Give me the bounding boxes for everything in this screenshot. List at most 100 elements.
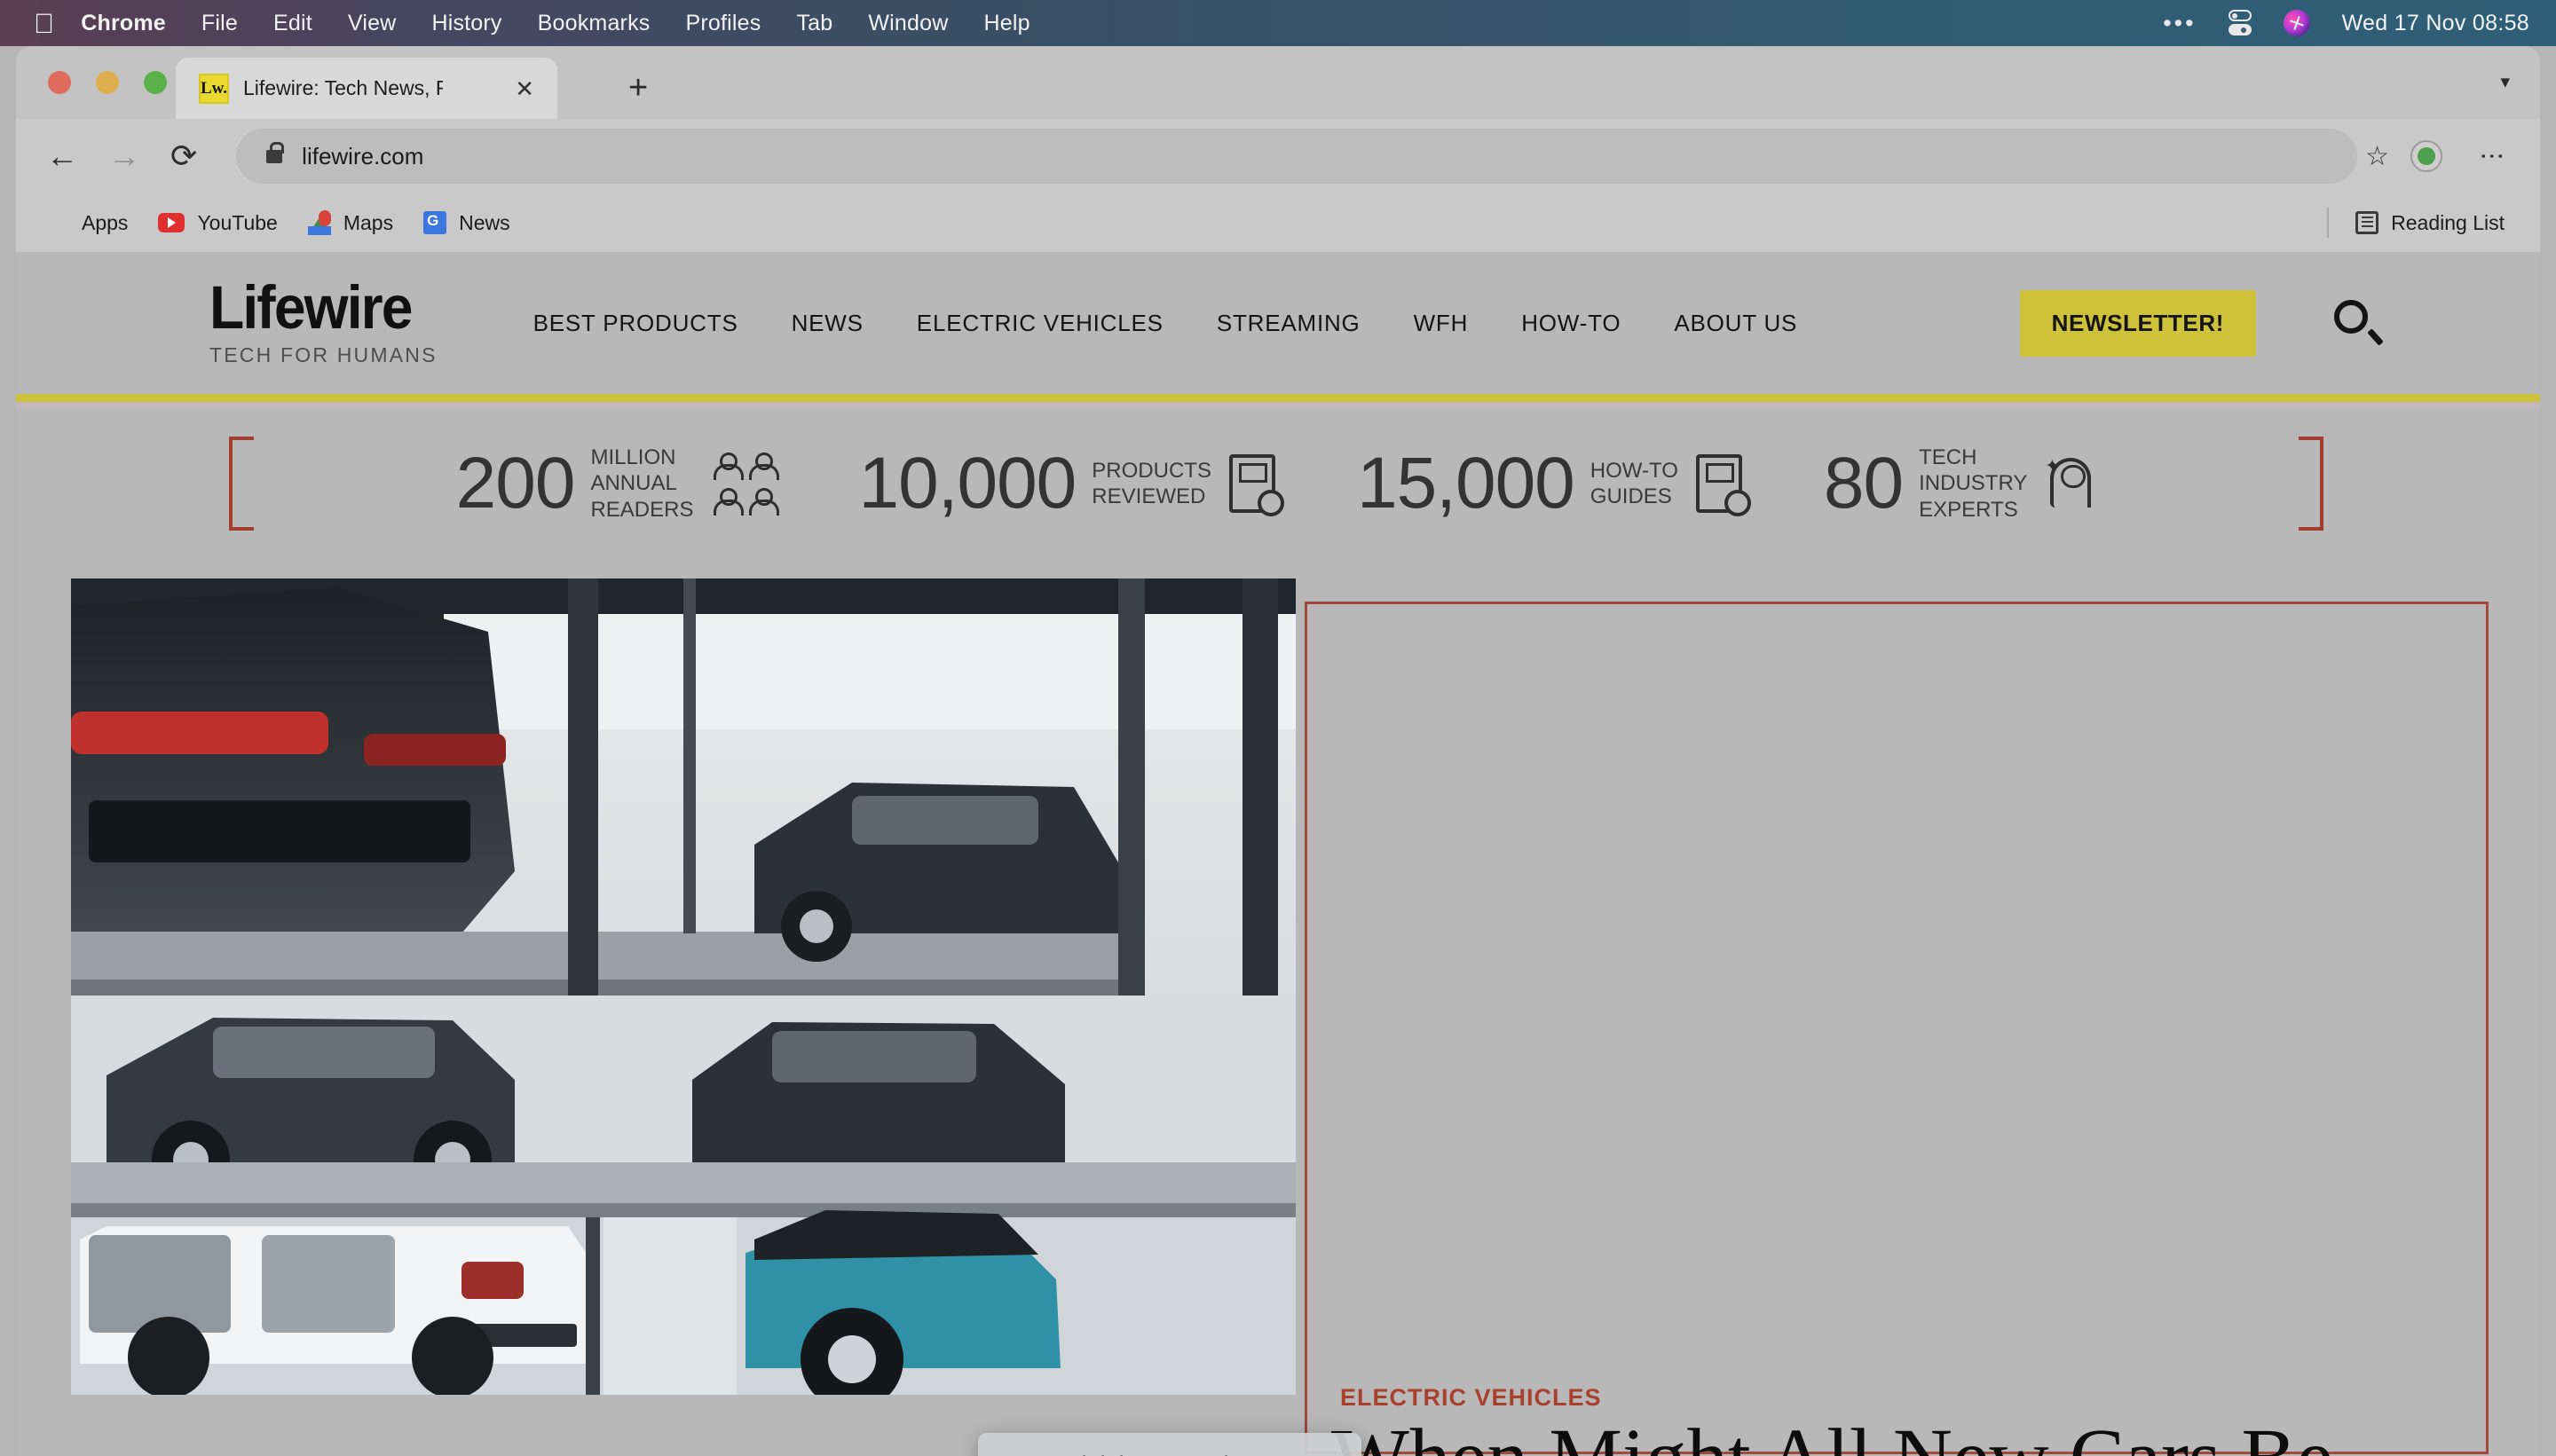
new-tab-button[interactable]: + xyxy=(628,71,648,105)
chrome-window: Lw. Lifewire: Tech News, Reviews, ✕ + ▾ … xyxy=(16,46,2540,1456)
stat-guides-label: HOW-TO GUIDES xyxy=(1590,458,1678,508)
stats-bar: 200 MILLION ANNUAL READERS 10,000 PRODUC… xyxy=(16,408,2540,559)
window-controls[interactable] xyxy=(48,71,167,94)
reading-list-icon xyxy=(2355,211,2379,234)
chrome-menu-button[interactable]: ⋮ xyxy=(2479,144,2506,169)
search-icon[interactable] xyxy=(2334,300,2384,346)
menu-bar-clock[interactable]: Wed 17 Nov 08:58 xyxy=(2342,11,2529,36)
context-menu-item-open-link-new-tab[interactable]: Open Link in New Tab xyxy=(978,1445,1361,1456)
bookmark-apps-label: Apps xyxy=(82,210,129,234)
bookmark-maps[interactable]: Maps xyxy=(307,210,394,235)
profile-avatar[interactable] xyxy=(2410,140,2442,172)
bookmark-news-label: News xyxy=(459,210,510,234)
newsletter-button[interactable]: NEWSLETTER! xyxy=(2019,289,2256,357)
screen:  Chrome File Edit View History Bookmark… xyxy=(0,0,2556,1456)
stat-guides-number: 15,000 xyxy=(1356,443,1575,523)
menu-item-file[interactable]: File xyxy=(201,11,238,36)
header-accent-rule xyxy=(16,394,2540,402)
car-park-illustration xyxy=(71,578,1296,1395)
google-maps-icon xyxy=(307,210,331,235)
lock-icon xyxy=(266,141,285,163)
youtube-icon xyxy=(158,213,185,232)
nav-item-wfh[interactable]: WFH xyxy=(1414,310,1469,337)
brain-head-icon: ✦ xyxy=(2045,454,2100,513)
stat-experts-label: TECH INDUSTRY EXPERTS xyxy=(1919,445,2028,522)
web-page-content: Lifewire TECH FOR HUMANS BEST PRODUCTS N… xyxy=(16,252,2540,1456)
menu-item-bookmarks[interactable]: Bookmarks xyxy=(538,11,651,36)
bookmark-maps-label: Maps xyxy=(343,210,394,234)
bookmark-apps[interactable]: Apps xyxy=(46,211,128,235)
stat-readers-label: MILLION ANNUAL READERS xyxy=(590,445,694,522)
address-bar[interactable]: lifewire.com xyxy=(236,129,2358,184)
hero-image[interactable] xyxy=(71,578,1296,1395)
logo-wordmark: Lifewire xyxy=(209,272,413,342)
nav-item-about-us[interactable]: ABOUT US xyxy=(1674,310,1797,337)
stat-products-number: 10,000 xyxy=(858,443,1077,523)
macos-menu-bar:  Chrome File Edit View History Bookmark… xyxy=(0,0,2556,46)
article-kicker[interactable]: ELECTRIC VEHICLES xyxy=(1340,1384,1602,1412)
nav-item-electric-vehicles[interactable]: ELECTRIC VEHICLES xyxy=(917,310,1164,337)
menu-bar-status-area: ••• Wed 17 Nov 08:58 xyxy=(2163,0,2529,46)
site-nav: BEST PRODUCTS NEWS ELECTRIC VEHICLES STR… xyxy=(533,310,1851,337)
tab-title: Lifewire: Tech News, Reviews, xyxy=(243,76,443,99)
device-test-icon xyxy=(1228,454,1284,516)
article-headline[interactable]: When Might All New Cars Be Electric? xyxy=(1331,1413,2503,1456)
minimize-window-button[interactable] xyxy=(96,71,119,94)
bookmark-news[interactable]: News xyxy=(423,211,510,235)
siri-icon[interactable] xyxy=(2283,10,2310,36)
apple-logo-icon[interactable]:  xyxy=(34,10,54,37)
close-window-button[interactable] xyxy=(48,71,71,94)
article-card-border xyxy=(1305,602,2489,1454)
article-section: ELECTRIC VEHICLES When Might All New Car… xyxy=(16,559,2540,1456)
stats-bracket-left xyxy=(229,437,254,531)
stat-products-label: PRODUCTS REVIEWED xyxy=(1092,458,1211,508)
status-dots-icon[interactable]: ••• xyxy=(2163,10,2196,37)
nav-item-streaming[interactable]: STREAMING xyxy=(1217,310,1361,337)
context-menu: Open Link in New Tab Open Link in New Wi… xyxy=(978,1433,1361,1456)
browser-toolbar: ← → ⟳ lifewire.com ☆ ⋮ xyxy=(16,119,2540,193)
control-center-icon[interactable] xyxy=(2228,10,2252,36)
menu-item-edit[interactable]: Edit xyxy=(273,11,312,36)
bookmark-youtube-label: YouTube xyxy=(197,210,278,234)
site-header: Lifewire TECH FOR HUMANS BEST PRODUCTS N… xyxy=(16,252,2540,394)
menu-item-tab[interactable]: Tab xyxy=(796,11,832,36)
forward-button[interactable]: → xyxy=(108,140,140,172)
menu-item-profiles[interactable]: Profiles xyxy=(685,11,761,36)
menu-item-window[interactable]: Window xyxy=(868,11,948,36)
stat-guides: 15,000 HOW-TO GUIDES xyxy=(1356,442,1751,525)
nav-item-best-products[interactable]: BEST PRODUCTS xyxy=(533,310,738,337)
logo-tagline: TECH FOR HUMANS xyxy=(209,343,438,367)
menu-item-history[interactable]: History xyxy=(431,11,501,36)
stat-readers-number: 200 xyxy=(455,443,576,523)
reading-list-label: Reading List xyxy=(2391,210,2505,234)
maximize-window-button[interactable] xyxy=(144,71,167,94)
reading-list-button[interactable]: Reading List xyxy=(2327,208,2505,238)
stat-products: 10,000 PRODUCTS REVIEWED xyxy=(858,442,1284,525)
reload-button[interactable]: ⟳ xyxy=(170,140,197,172)
stat-readers: 200 MILLION ANNUAL READERS xyxy=(455,442,780,525)
apps-grid-icon xyxy=(46,211,69,234)
chevron-down-icon[interactable]: ▾ xyxy=(2500,71,2510,93)
menu-item-view[interactable]: View xyxy=(348,11,397,36)
lifewire-logo[interactable]: Lifewire TECH FOR HUMANS xyxy=(209,272,438,368)
code-gear-icon xyxy=(1695,454,1751,516)
menu-item-help[interactable]: Help xyxy=(984,11,1030,36)
stat-experts-number: 80 xyxy=(1823,443,1904,523)
lifewire-favicon: Lw. xyxy=(199,73,229,104)
address-bar-url: lifewire.com xyxy=(302,142,424,169)
nav-item-news[interactable]: NEWS xyxy=(792,310,864,337)
bookmark-youtube[interactable]: YouTube xyxy=(158,210,278,235)
close-tab-button[interactable]: ✕ xyxy=(515,77,534,100)
toolbar-divider xyxy=(2327,208,2330,238)
google-news-icon xyxy=(423,211,447,234)
nav-item-how-to[interactable]: HOW-TO xyxy=(1521,310,1621,337)
back-button[interactable]: ← xyxy=(46,140,78,172)
people-icon xyxy=(711,451,780,516)
browser-tab-lifewire[interactable]: Lw. Lifewire: Tech News, Reviews, ✕ xyxy=(176,58,557,119)
bookmarks-bar: Apps YouTube Maps News Reading List xyxy=(16,193,2540,252)
stats-bracket-right xyxy=(2299,437,2323,531)
tab-strip: Lw. Lifewire: Tech News, Reviews, ✕ + ▾ xyxy=(16,46,2540,119)
bookmark-star-icon[interactable]: ☆ xyxy=(2365,141,2389,172)
menu-item-chrome[interactable]: Chrome xyxy=(81,11,166,36)
stat-experts: 80 TECH INDUSTRY EXPERTS ✦ xyxy=(1824,442,2100,525)
